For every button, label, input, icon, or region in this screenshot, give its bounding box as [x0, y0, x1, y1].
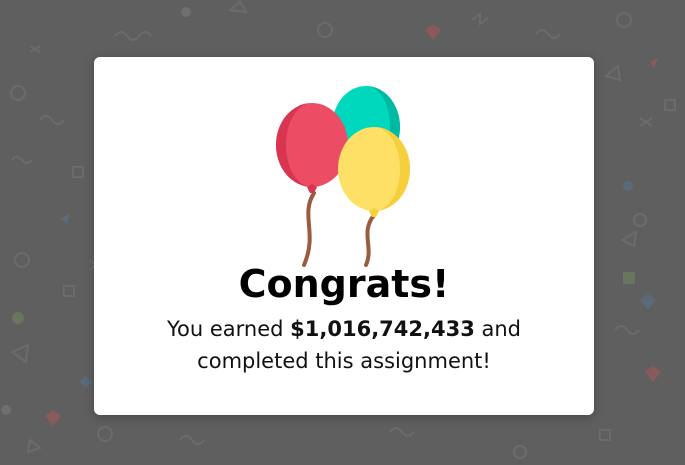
congrats-dialog: Congrats! You earned $1,016,742,433 and …: [94, 57, 594, 415]
balloons-icon: [276, 86, 410, 267]
earned-amount: $1,016,742,433: [290, 317, 475, 341]
congrats-title: Congrats!: [238, 262, 450, 306]
message-prefix: You earned: [166, 317, 291, 341]
completion-message: You earned $1,016,742,433 and completed …: [144, 313, 544, 377]
